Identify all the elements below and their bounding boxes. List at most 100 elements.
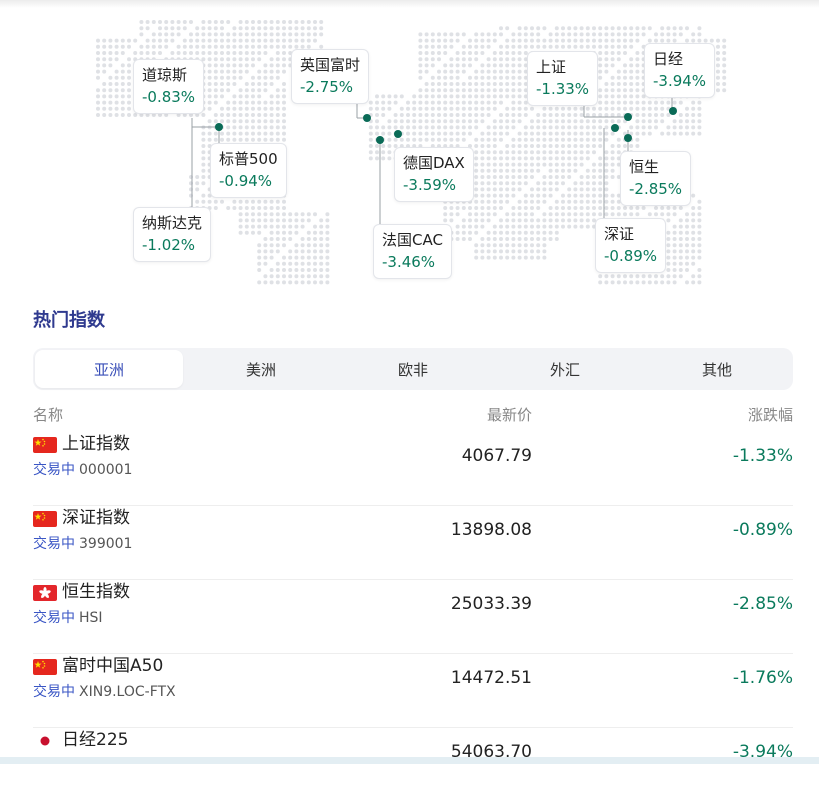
map-dot bbox=[368, 144, 373, 148]
map-dot bbox=[381, 156, 386, 161]
map-dot bbox=[623, 274, 627, 279]
tab-other[interactable]: 其他 bbox=[643, 350, 791, 388]
map-dot bbox=[486, 181, 491, 186]
table-row[interactable]: 富时中国A50 交易中 XIN9.LOC-FTX 14472.51 -1.76% bbox=[33, 654, 793, 728]
tab-forex[interactable]: 外汇 bbox=[491, 350, 639, 388]
index-meta: 交易中 399001 bbox=[33, 534, 132, 554]
map-dot bbox=[114, 100, 119, 105]
map-dot bbox=[672, 230, 677, 235]
map-dot bbox=[585, 218, 590, 223]
map-dot bbox=[195, 199, 200, 204]
map-dot bbox=[263, 69, 268, 74]
map-dot bbox=[449, 106, 454, 111]
map-dot bbox=[530, 106, 534, 111]
map-dot bbox=[629, 75, 634, 80]
map-dot bbox=[598, 168, 603, 173]
map-dot bbox=[232, 94, 237, 99]
map-dot bbox=[468, 113, 472, 117]
map-card-nikkei[interactable]: 日经 -3.94% bbox=[644, 43, 716, 98]
trading-status: 交易中 bbox=[33, 462, 75, 478]
map-dot bbox=[263, 243, 268, 248]
map-dot bbox=[542, 44, 547, 49]
map-dot bbox=[220, 38, 224, 43]
map-dot bbox=[511, 249, 516, 254]
map-dot bbox=[697, 26, 702, 31]
map-dot bbox=[629, 32, 634, 37]
map-dot bbox=[604, 280, 609, 285]
map-dot bbox=[257, 82, 262, 86]
table-row[interactable]: 恒生指数 交易中 HSI 25033.39 -2.85% bbox=[33, 580, 793, 654]
map-dot bbox=[598, 94, 603, 99]
map-card-ftse[interactable]: 英国富时 -2.75% bbox=[291, 49, 370, 104]
map-dot bbox=[430, 106, 435, 111]
map-dot bbox=[722, 57, 727, 62]
map-dot bbox=[418, 32, 423, 37]
map-dot bbox=[263, 125, 268, 130]
map-dot bbox=[685, 243, 689, 248]
table-row[interactable]: 上证指数 交易中 000001 4067.79 -1.33% bbox=[33, 432, 793, 506]
map-card-pct: -3.59% bbox=[403, 176, 457, 194]
map-dot bbox=[288, 224, 293, 229]
map-dot bbox=[468, 38, 472, 43]
map-dot bbox=[567, 175, 572, 179]
map-dot bbox=[251, 137, 255, 142]
map-dot bbox=[418, 125, 423, 130]
map-dot bbox=[449, 94, 454, 99]
map-dot bbox=[269, 230, 274, 235]
map-dot bbox=[530, 224, 534, 229]
map-dot bbox=[412, 106, 417, 111]
map-dot bbox=[393, 113, 398, 117]
map-dot bbox=[468, 224, 472, 229]
map-dot bbox=[449, 119, 454, 124]
map-dot bbox=[598, 212, 603, 217]
map-dot bbox=[443, 131, 448, 136]
map-dot bbox=[542, 144, 547, 148]
map-dot bbox=[325, 274, 330, 279]
map-dot bbox=[232, 106, 237, 111]
map-dot bbox=[251, 51, 255, 55]
map-card-shanghai[interactable]: 上证 -1.33% bbox=[527, 51, 599, 106]
map-dot bbox=[542, 249, 547, 254]
tab-asia[interactable]: 亚洲 bbox=[35, 350, 183, 388]
map-card-cac[interactable]: 法国CAC -3.46% bbox=[373, 224, 452, 279]
map-dot bbox=[275, 57, 280, 62]
map-dot bbox=[610, 94, 615, 99]
map-dot bbox=[567, 113, 572, 117]
map-dot bbox=[213, 119, 218, 124]
map-card-nasdaq[interactable]: 纳斯达克 -1.02% bbox=[133, 207, 212, 262]
column-header-change[interactable]: 涨跌幅 bbox=[748, 404, 793, 425]
map-dot bbox=[319, 261, 324, 266]
map-dot bbox=[499, 224, 503, 229]
column-header-price[interactable]: 最新价 bbox=[487, 404, 532, 425]
map-dot bbox=[678, 224, 683, 229]
map-dot bbox=[108, 88, 113, 93]
table-row[interactable]: 深证指数 交易中 399001 13898.08 -0.89% bbox=[33, 506, 793, 580]
map-dot bbox=[201, 26, 206, 31]
map-card-shenzhen[interactable]: 深证 -0.89% bbox=[595, 218, 667, 273]
map-dot bbox=[635, 106, 640, 111]
map-dot bbox=[306, 230, 311, 235]
map-dot bbox=[102, 82, 107, 86]
map-dot bbox=[461, 44, 466, 49]
map-dot bbox=[573, 32, 578, 37]
map-dot bbox=[604, 38, 609, 43]
map-dot bbox=[294, 274, 299, 279]
map-dot bbox=[294, 26, 299, 31]
tab-americas[interactable]: 美洲 bbox=[187, 350, 335, 388]
map-dot bbox=[269, 218, 274, 223]
map-card-dax[interactable]: 德国DAX -3.59% bbox=[394, 147, 474, 202]
map-dot bbox=[672, 125, 677, 130]
map-card-hangseng[interactable]: 恒生 -2.85% bbox=[620, 151, 692, 206]
map-card-sp500[interactable]: 标普500 -0.94% bbox=[210, 143, 287, 198]
table-row[interactable]: 日经225 54063.70 -3.94% bbox=[33, 728, 793, 801]
tab-europe-africa[interactable]: 欧非 bbox=[339, 350, 487, 388]
map-dot bbox=[275, 88, 280, 93]
map-dot bbox=[220, 44, 224, 49]
map-dot bbox=[282, 199, 286, 204]
map-dot bbox=[685, 106, 689, 111]
map-dot bbox=[691, 106, 696, 111]
map-dot bbox=[207, 20, 212, 24]
map-dot bbox=[567, 32, 572, 37]
map-dot bbox=[685, 26, 689, 31]
map-card-dow[interactable]: 道琼斯 -0.83% bbox=[133, 59, 205, 114]
